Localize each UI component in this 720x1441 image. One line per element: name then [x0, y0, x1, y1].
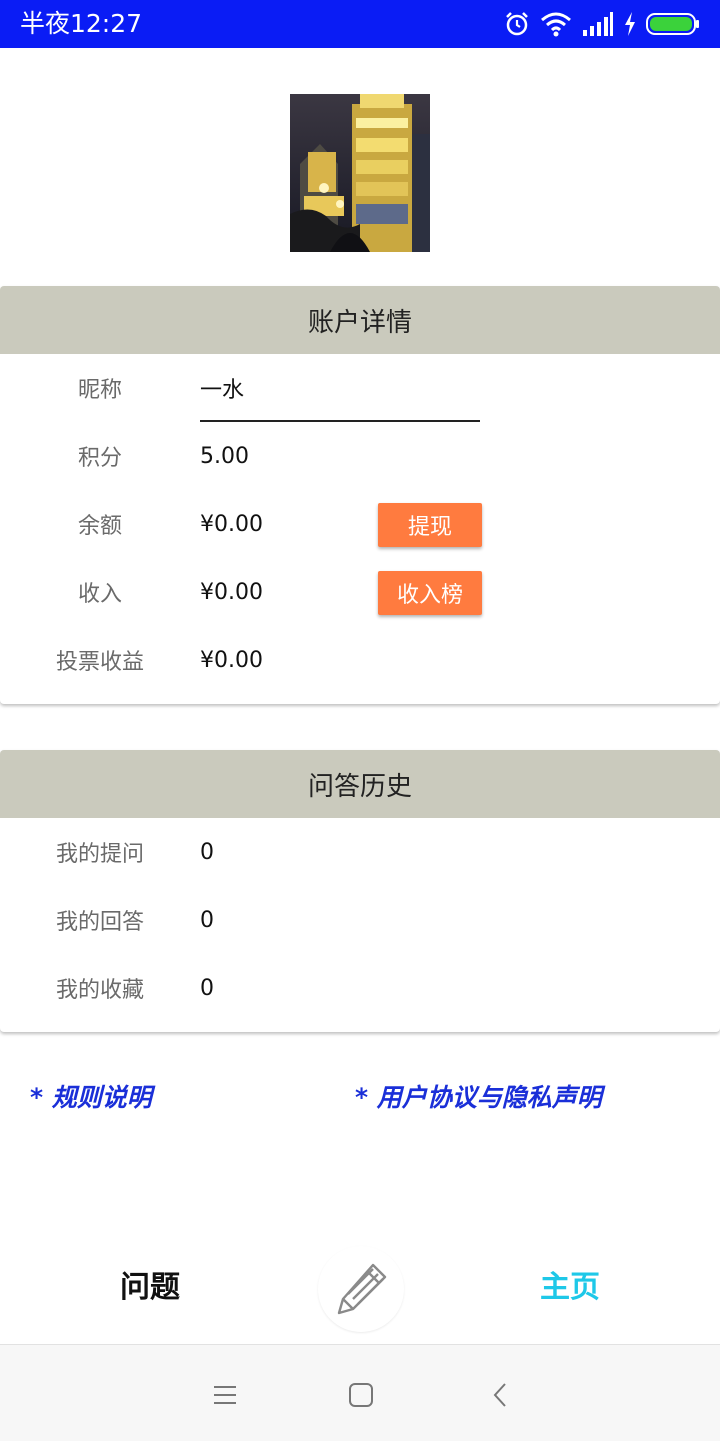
battery-icon — [646, 13, 699, 35]
my-favorites-row[interactable]: 我的收藏 0 — [0, 954, 720, 1022]
square-icon — [349, 1383, 373, 1407]
income-value: ¥0.00 — [200, 579, 263, 605]
menu-nav-button[interactable] — [205, 1375, 245, 1415]
my-favorites-label: 我的收藏 — [55, 978, 144, 1003]
vote-earnings-label: 投票收益 — [55, 650, 144, 675]
my-answers-label: 我的回答 — [55, 910, 144, 935]
points-label: 积分 — [77, 446, 122, 471]
nickname-label: 昵称 — [77, 378, 122, 403]
balance-value: ¥0.00 — [200, 511, 263, 537]
my-answers-row[interactable]: 我的回答 0 — [0, 886, 720, 954]
tab-questions[interactable]: 问题 — [120, 1268, 180, 1308]
income-ranking-button[interactable]: 收入榜 — [378, 571, 482, 615]
compose-button[interactable] — [318, 1246, 404, 1332]
status-time: 半夜12:27 — [20, 9, 143, 38]
account-card-title: 账户详情 — [0, 286, 720, 354]
my-questions-label: 我的提问 — [55, 842, 144, 867]
nickname-row: 昵称 一水 — [0, 354, 720, 422]
my-questions-row[interactable]: 我的提问 0 — [0, 818, 720, 886]
points-row: 积分 5.00 — [0, 422, 720, 490]
account-card: 账户详情 昵称 一水 积分 5.00 余额 ¥0.00 提现 收入 ¥0.00 … — [0, 286, 720, 704]
tab-home[interactable]: 主页 — [540, 1268, 600, 1308]
my-questions-count: 0 — [200, 839, 214, 865]
balance-row: 余额 ¥0.00 提现 — [0, 490, 720, 558]
nickname-field[interactable]: 一水 — [200, 354, 244, 422]
back-icon — [493, 1383, 506, 1407]
history-card: 问答历史 我的提问 0 我的回答 0 我的收藏 0 — [0, 750, 720, 1032]
status-icons — [504, 10, 700, 38]
avatar[interactable] — [290, 94, 430, 252]
my-answers-count: 0 — [200, 907, 214, 933]
rules-link[interactable]: * 规则说明 — [30, 1080, 152, 1116]
income-row: 收入 ¥0.00 收入榜 — [0, 558, 720, 626]
back-nav-button[interactable] — [480, 1375, 520, 1415]
pencil-icon — [337, 1263, 387, 1315]
vote-earnings-value: ¥0.00 — [200, 647, 263, 673]
alarm-icon — [506, 12, 528, 36]
home-nav-button[interactable] — [341, 1375, 381, 1415]
balance-label: 余额 — [77, 514, 122, 539]
my-favorites-count: 0 — [200, 975, 214, 1001]
status-bar: 半夜12:27 — [0, 0, 720, 48]
vote-earnings-row: 投票收益 ¥0.00 — [0, 626, 720, 694]
history-card-title: 问答历史 — [0, 750, 720, 818]
menu-icon — [214, 1386, 236, 1404]
points-value: 5.00 — [200, 443, 249, 469]
charging-icon — [625, 12, 635, 36]
agreement-link[interactable]: * 用户协议与隐私声明 — [355, 1080, 602, 1116]
withdraw-button[interactable]: 提现 — [378, 503, 482, 547]
income-label: 收入 — [77, 582, 122, 607]
system-nav-bar — [0, 1344, 720, 1441]
wifi-icon — [541, 12, 571, 37]
signal-icon — [583, 12, 613, 36]
